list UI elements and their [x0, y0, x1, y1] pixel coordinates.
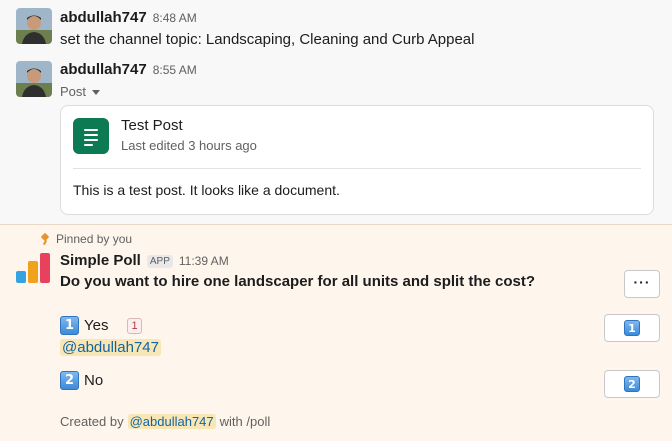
footer-prefix: Created by	[60, 414, 124, 429]
vote-count-badge: 1	[127, 317, 142, 334]
author-name[interactable]: abdullah747	[60, 61, 147, 78]
avatar[interactable]	[16, 8, 52, 44]
poll-question: Do you want to hire one landscaper for a…	[60, 273, 536, 290]
divider	[73, 168, 641, 169]
more-actions-button[interactable]: ···	[624, 270, 660, 298]
option-label: Yes	[84, 317, 109, 334]
post-type-label: Post	[60, 84, 87, 99]
pinned-label: Pinned by you	[56, 232, 133, 246]
creator-mention[interactable]: @abdullah747	[127, 414, 216, 429]
timestamp[interactable]: 8:48 AM	[153, 11, 197, 25]
pinned-indicator: Pinned by you	[40, 232, 132, 246]
chevron-down-icon	[92, 90, 101, 95]
poll-option-no: 2 No	[60, 371, 103, 390]
keycap-two-icon: 2	[624, 376, 640, 392]
post-title[interactable]: Test Post	[121, 117, 183, 134]
poll-option-yes: 1 Yes 1	[60, 316, 142, 335]
footer-suffix: with /poll	[219, 414, 271, 429]
message-post: abdullah747 8:55 AM Post Test Post Last …	[0, 56, 672, 224]
post-body: This is a test post. It looks like a doc…	[73, 182, 340, 198]
simple-poll-logo-icon[interactable]	[16, 251, 50, 285]
option-label: No	[84, 372, 104, 389]
voter-mention[interactable]: @abdullah747	[60, 339, 161, 356]
document-icon	[73, 118, 109, 154]
poll-footer: Created by @abdullah747 with /poll	[60, 414, 270, 429]
vote-button-2[interactable]: 2	[604, 370, 660, 398]
avatar[interactable]	[16, 61, 52, 97]
message-topic-change: abdullah747 8:48 AM set the channel topi…	[0, 0, 672, 56]
post-type-dropdown[interactable]: Post	[60, 84, 101, 99]
app-badge: APP	[146, 255, 173, 268]
message-text: set the channel topic: Landscaping, Clea…	[60, 31, 475, 48]
vote-button-1[interactable]: 1	[604, 314, 660, 342]
pin-icon	[40, 234, 50, 244]
keycap-one-icon: 1	[60, 316, 79, 335]
author-name[interactable]: Simple Poll	[60, 252, 141, 269]
post-card[interactable]: Test Post Last edited 3 hours ago This i…	[60, 105, 654, 215]
keycap-one-icon: 1	[624, 320, 640, 336]
message-poll-pinned: Pinned by you Simple Poll APP 11:39 AM D…	[0, 224, 672, 441]
keycap-two-icon: 2	[60, 371, 79, 390]
timestamp[interactable]: 8:55 AM	[153, 63, 197, 77]
author-name[interactable]: abdullah747	[60, 9, 147, 26]
post-last-edited: Last edited 3 hours ago	[121, 138, 257, 153]
timestamp[interactable]: 11:39 AM	[179, 254, 229, 268]
